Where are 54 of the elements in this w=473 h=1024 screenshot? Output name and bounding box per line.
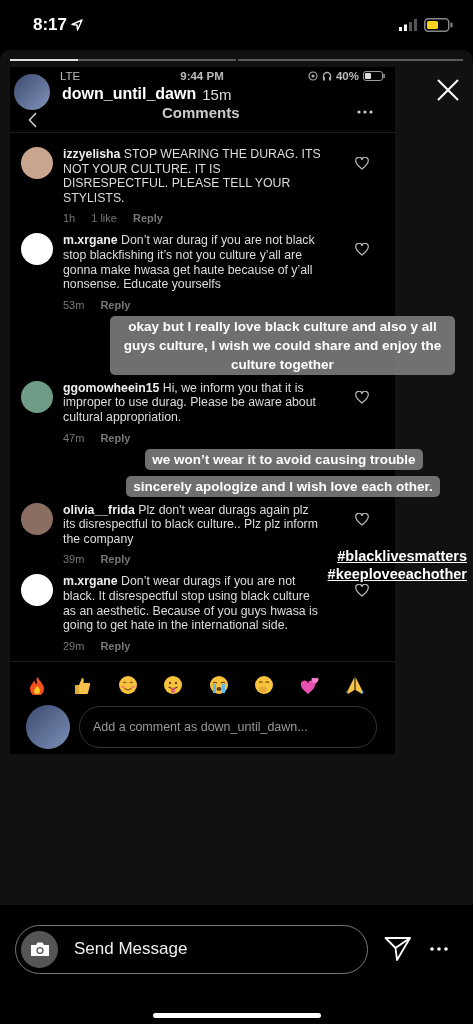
comment-time: 53m — [63, 298, 85, 311]
comment-text: m.xrgane Don’t war durag if you are not black stop blackfishing it’s not you culture y’all are gonna make hwasa get haute because of y’all nonsense. Educate yourselfs — [63, 233, 316, 292]
heart-icon — [355, 157, 369, 170]
reply-link[interactable]: Reply — [132, 212, 163, 225]
username[interactable]: down_until_dawn — [62, 85, 197, 103]
reply-link[interactable]: Reply — [100, 298, 131, 311]
lock-rotation-icon — [307, 71, 318, 81]
post-age: 15m — [202, 85, 232, 103]
battery-icon — [363, 71, 385, 81]
reply-link[interactable]: Reply — [100, 639, 131, 652]
comment-time: 39m — [63, 553, 85, 566]
avatar[interactable] — [21, 233, 53, 266]
comment-time: 29m — [63, 639, 85, 652]
hand-over-mouth-face-icon — [254, 674, 275, 695]
clock-time: 8:17 — [33, 15, 68, 35]
headphones-icon — [321, 71, 332, 81]
heart-icon — [355, 243, 369, 257]
send-icon — [384, 936, 412, 962]
comment-text: olivia__frida Plz don't wear durags again plz its disrespectful to black culture.. Plz plz inform the company — [63, 502, 319, 547]
comment-text: izzyelisha STOP WEARING THE DURAG. ITS NOT YOUR CULTURE. IT IS DISRESPECTFUL. PLEASE TELL YOUR STYLISTS. — [63, 147, 321, 206]
crying-face-icon — [208, 674, 229, 695]
tongue-face-icon — [163, 674, 184, 695]
avatar[interactable] — [21, 574, 53, 607]
battery-percent: 40% — [335, 70, 359, 82]
comment-time: 1h — [63, 212, 76, 225]
location-arrow-icon — [71, 19, 84, 31]
comment-text: m.xrgane Don’t wear durags if you are not black. It disrespectful stop using black culture as an aesthetic. Because of you guys hwasa is going to get hate in the international side. — [63, 574, 319, 633]
camera-button[interactable] — [21, 930, 58, 968]
network-label: LTE — [60, 70, 81, 82]
story-caption: okay but I really love black culture and also y all guys culture, I wish we could share and enjoy the culture together — [110, 315, 455, 375]
heart-icon — [355, 390, 369, 404]
avatar[interactable] — [21, 147, 53, 179]
signal-icon — [399, 19, 418, 31]
story-caption: we won’t wear it to avoid causing trouble — [145, 448, 423, 470]
story-caption: sincerely apologize and I wish love each other. — [126, 475, 440, 497]
comment-time: 47m — [63, 431, 85, 444]
heart-icon — [355, 512, 369, 526]
comment-text: ggomowheein15 Hi, we inform you that it is improper to use durag. Please be aware about cultural appropriation. — [63, 380, 317, 425]
like-count: 1 like — [91, 212, 117, 225]
more-icon — [430, 947, 448, 951]
clock-time: 9:44 PM — [180, 70, 224, 82]
avatar[interactable] — [21, 380, 53, 413]
smiling-face-icon — [117, 674, 138, 695]
more-icon — [357, 110, 373, 114]
reply-link[interactable]: Reply — [100, 431, 131, 444]
hashtag[interactable]: #blacklivesmatters — [337, 546, 467, 565]
screen-title: Comments — [162, 103, 240, 121]
heart-icon — [355, 584, 369, 598]
battery-icon — [424, 18, 453, 32]
camera-icon — [29, 941, 50, 957]
back-icon — [28, 112, 38, 128]
close-icon — [437, 79, 459, 101]
hashtag[interactable]: #keeploveeachother — [327, 564, 467, 583]
reply-link[interactable]: Reply — [100, 553, 131, 566]
